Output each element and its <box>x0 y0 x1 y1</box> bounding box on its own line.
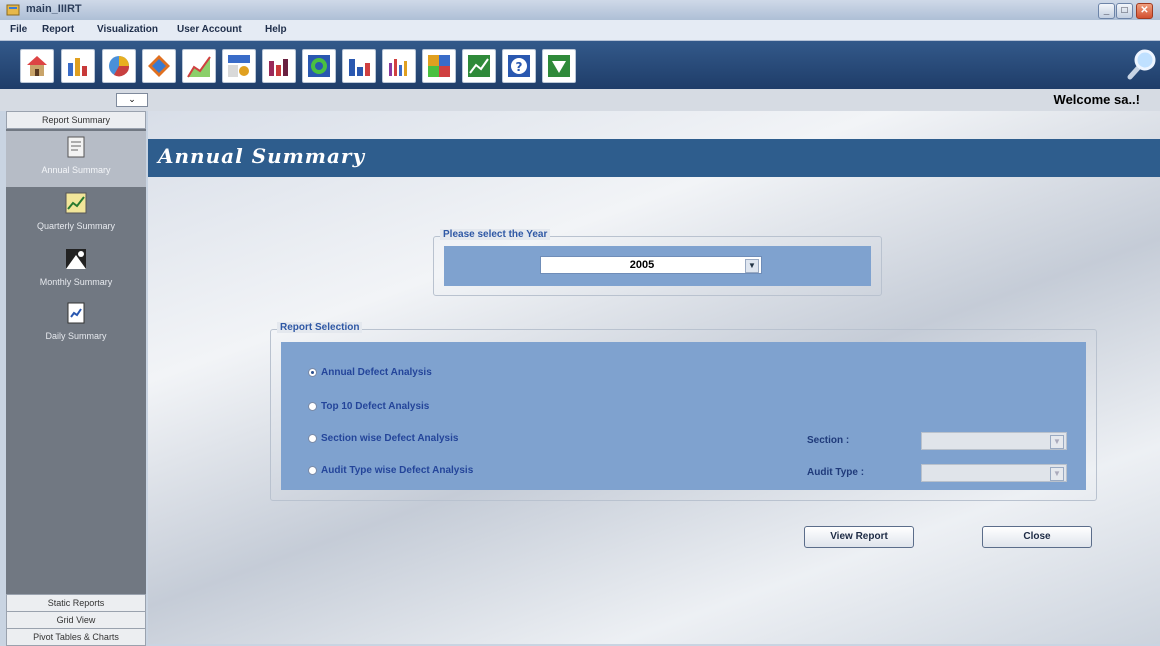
donut-chart-icon[interactable] <box>302 49 336 83</box>
audit-type-label: Audit Type : <box>807 467 865 478</box>
line-chart-icon[interactable] <box>462 49 496 83</box>
menu-file[interactable]: File <box>10 24 27 35</box>
exit-icon[interactable] <box>542 49 576 83</box>
menu-visualization[interactable]: Visualization <box>97 24 158 35</box>
menu-user-account[interactable]: User Account <box>177 24 242 35</box>
minimize-button[interactable]: _ <box>1098 3 1115 19</box>
year-select-value: 2005 <box>629 259 655 271</box>
bar-chart-icon[interactable] <box>61 49 95 83</box>
home-icon[interactable] <box>20 49 54 83</box>
sidebar-header-grid-view[interactable]: Grid View <box>6 611 146 629</box>
search-icon[interactable] <box>1124 47 1158 83</box>
radio-dot[interactable] <box>308 368 317 377</box>
radio-label: Audit Type wise Defect Analysis <box>321 465 474 476</box>
area-chart-icon[interactable] <box>182 49 216 83</box>
sidebar-item-quarterly-summary[interactable]: Quarterly Summary <box>6 187 146 243</box>
quarterly-report-icon <box>65 192 87 214</box>
monthly-report-icon <box>66 249 86 269</box>
radio-dot[interactable] <box>308 434 317 443</box>
window-title-bar: main_IIIRT _ □ ✕ <box>0 0 1160 21</box>
sidebar-item-monthly-summary[interactable]: Monthly Summary <box>6 243 146 299</box>
sidebar: Report Summary Annual Summary Quarterly … <box>6 111 146 646</box>
year-panel: 2005 ▼ <box>444 246 871 286</box>
report-selection-panel: Annual Defect Analysis Top 10 Defect Ana… <box>281 342 1086 490</box>
map-icon[interactable] <box>422 49 456 83</box>
window-title: main_IIIRT <box>26 3 82 15</box>
menu-help[interactable]: Help <box>265 24 287 35</box>
year-select[interactable]: 2005 ▼ <box>540 256 762 274</box>
sidebar-header-pivot-tables[interactable]: Pivot Tables & Charts <box>6 628 146 646</box>
welcome-text: Welcome sa..! <box>1053 92 1140 107</box>
close-button[interactable]: Close <box>982 526 1092 548</box>
sidebar-item-label: Annual Summary <box>41 165 111 175</box>
sidebar-item-daily-summary[interactable]: Daily Summary <box>6 297 146 353</box>
chevron-down-icon[interactable]: ▼ <box>1050 435 1064 449</box>
chevron-down-icon[interactable]: ▼ <box>745 259 759 273</box>
table-chart-icon[interactable] <box>222 49 256 83</box>
collapse-sidebar-button[interactable]: ⌄ <box>116 93 148 107</box>
column-chart-icon[interactable] <box>262 49 296 83</box>
sidebar-header-static-reports[interactable]: Static Reports <box>6 594 146 612</box>
help-icon[interactable]: ? <box>502 49 536 83</box>
section-select[interactable]: ▼ <box>921 432 1067 450</box>
radio-label: Annual Defect Analysis <box>321 367 432 378</box>
3d-chart-icon[interactable] <box>142 49 176 83</box>
radio-dot[interactable] <box>308 466 317 475</box>
sidebar-item-label: Daily Summary <box>45 331 107 341</box>
close-window-button[interactable]: ✕ <box>1136 3 1153 19</box>
daily-report-icon <box>67 302 85 324</box>
radio-label: Top 10 Defect Analysis <box>321 401 430 412</box>
report-selection-group: Report Selection Annual Defect Analysis … <box>270 322 1097 501</box>
menu-report[interactable]: Report <box>42 24 74 35</box>
sidebar-item-label: Monthly Summary <box>39 277 113 287</box>
sidebar-header-report-summary[interactable]: Report Summary <box>6 111 146 129</box>
multi-bar-icon[interactable] <box>382 49 416 83</box>
status-strip: ⌄ Welcome sa..! <box>0 89 1160 111</box>
main-content: Annual Summary Please select the Year 20… <box>148 111 1160 644</box>
page-header: Annual Summary <box>148 139 1160 177</box>
report-selection-legend: Report Selection <box>277 322 363 333</box>
toolbar: ? <box>0 41 1160 89</box>
year-group: Please select the Year 2005 ▼ <box>433 229 882 296</box>
svg-text:?: ? <box>516 60 523 74</box>
pie-chart-icon[interactable] <box>102 49 136 83</box>
sidebar-item-annual-summary[interactable]: Annual Summary <box>6 131 146 187</box>
year-group-legend: Please select the Year <box>440 229 551 240</box>
page-title: Annual Summary <box>158 144 366 168</box>
histogram-icon[interactable] <box>342 49 376 83</box>
chevron-down-icon[interactable]: ▼ <box>1050 467 1064 481</box>
app-icon <box>6 4 20 16</box>
restore-button[interactable]: □ <box>1116 3 1133 19</box>
menu-bar: File Report Visualization User Account H… <box>0 20 1160 41</box>
annual-report-icon <box>67 136 85 158</box>
radio-label: Section wise Defect Analysis <box>321 433 459 444</box>
view-report-button[interactable]: View Report <box>804 526 914 548</box>
sidebar-item-label: Quarterly Summary <box>36 221 116 231</box>
radio-dot[interactable] <box>308 402 317 411</box>
section-label: Section : <box>807 435 850 446</box>
audit-type-select[interactable]: ▼ <box>921 464 1067 482</box>
